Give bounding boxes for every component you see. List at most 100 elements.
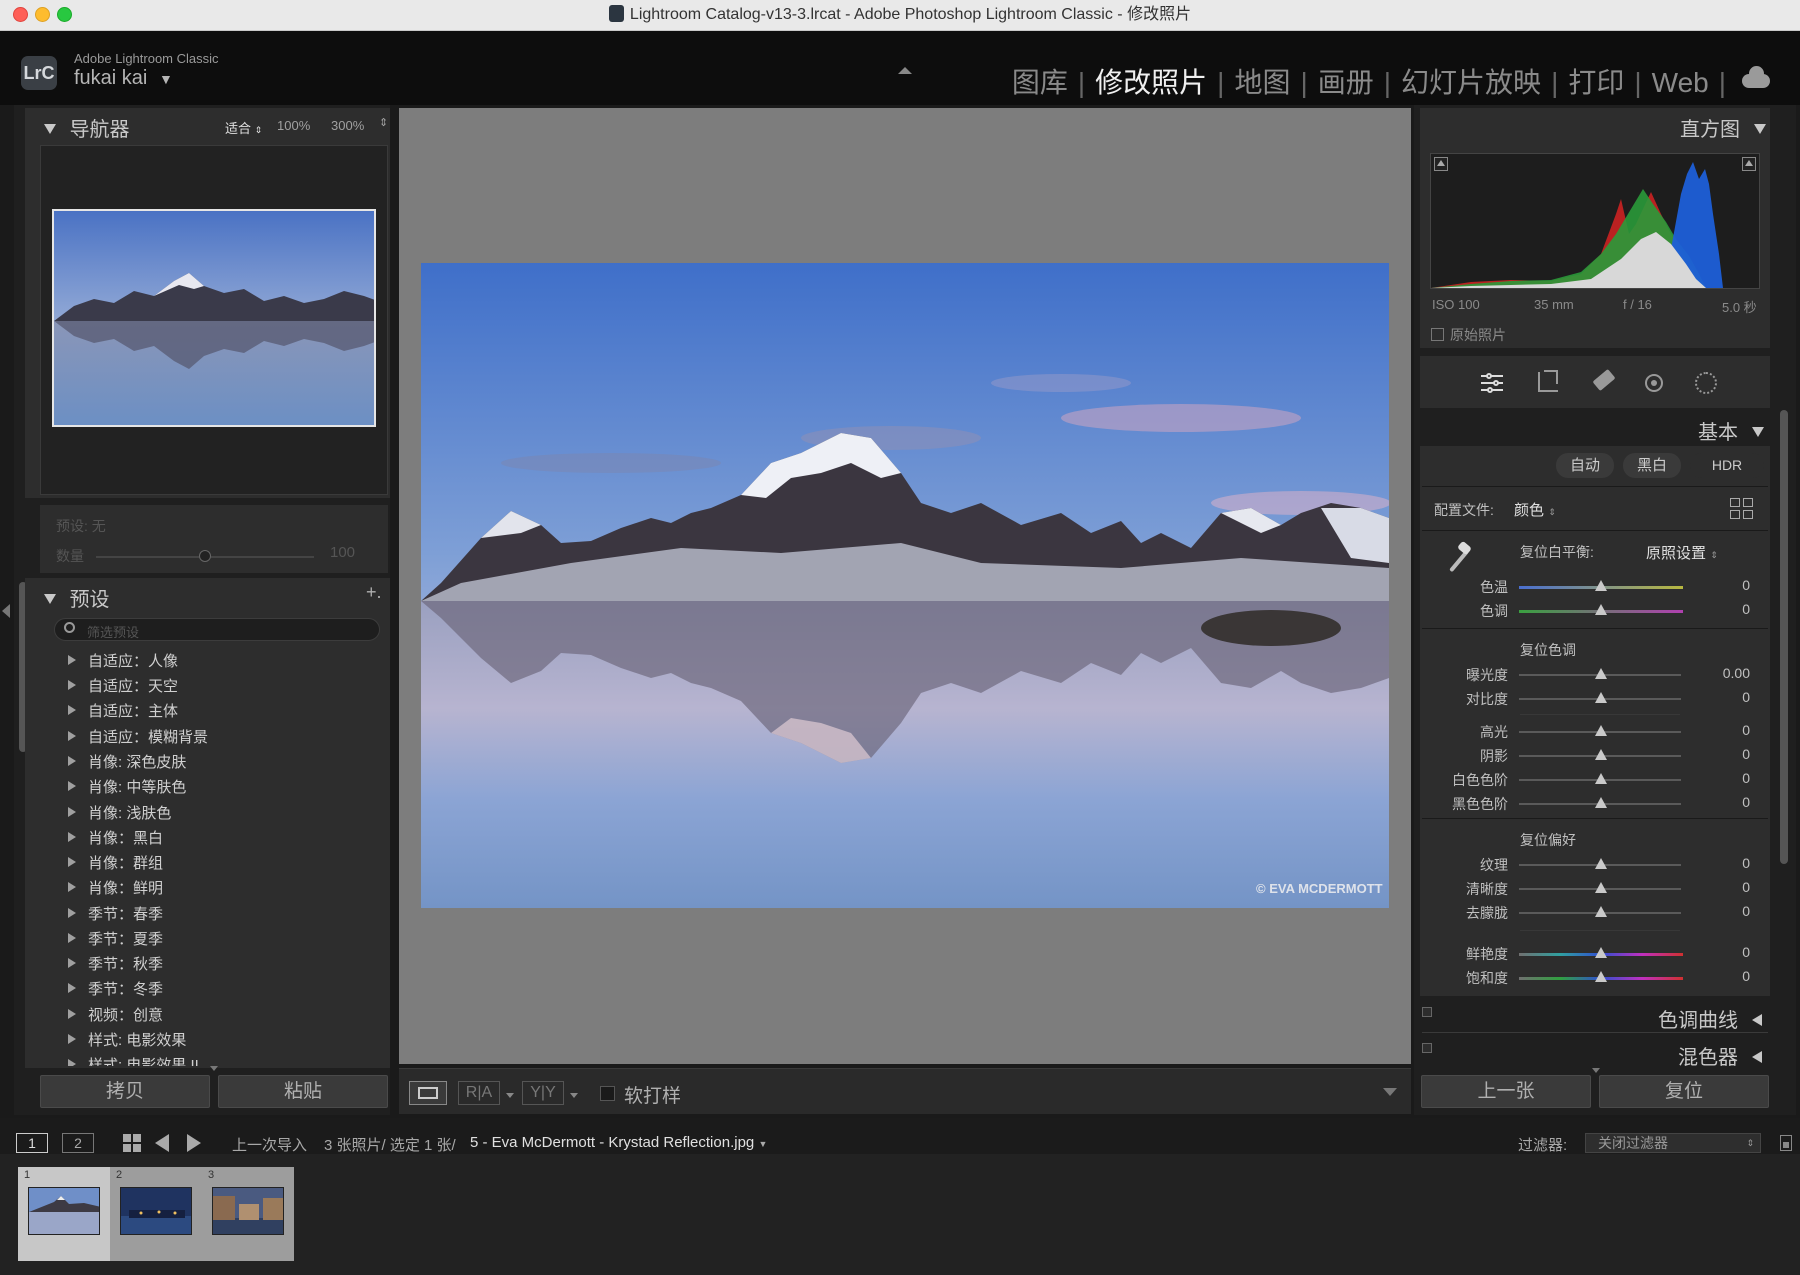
wb-label[interactable]: 复位白平衡: [1520, 542, 1594, 562]
preset-item[interactable]: 季节：夏季 [68, 929, 163, 951]
softproof-checkbox[interactable] [600, 1086, 615, 1101]
contrast-value[interactable]: 0 [1690, 689, 1750, 705]
filter-dropdown[interactable]: 关闭过滤器 ⇕ [1585, 1133, 1761, 1153]
blacks-slider-thumb[interactable] [1595, 797, 1607, 808]
mixer-header[interactable]: 混色器 [1678, 1041, 1762, 1070]
texture-value[interactable]: 0 [1690, 855, 1750, 871]
preset-item[interactable]: 视频：创意 [68, 1005, 163, 1027]
preset-item[interactable]: 肖像：黑白 [68, 828, 163, 850]
preset-item[interactable]: 自适应：模糊背景 [68, 727, 208, 749]
preset-item[interactable]: 肖像：鲜明 [68, 878, 163, 900]
presence-reset-header[interactable]: 复位偏好 [1520, 830, 1576, 850]
top-panel-toggle-icon[interactable] [898, 67, 912, 74]
preset-item[interactable]: 肖像: 深色皮肤 [68, 752, 186, 774]
preset-item[interactable]: 样式: 电影效果 II [68, 1055, 199, 1066]
shadows-value[interactable]: 0 [1690, 746, 1750, 762]
module-book[interactable]: 画册 [1316, 67, 1376, 98]
secondary-window-button[interactable]: 2 [62, 1133, 94, 1153]
zoom-100-option[interactable]: 100% [277, 118, 310, 133]
right-scrollbar[interactable] [1780, 410, 1788, 864]
highlight-clipping-toggle[interactable] [1742, 157, 1756, 171]
vibrance-value[interactable]: 0 [1690, 944, 1750, 960]
vibrance-slider-thumb[interactable] [1595, 947, 1607, 958]
preset-item[interactable]: 自适应：天空 [68, 676, 178, 698]
source-label[interactable]: 上一次导入 [232, 1134, 307, 1155]
wb-dropdown[interactable]: 原照设置 ⇕ [1646, 542, 1718, 563]
forward-arrow-icon[interactable] [187, 1134, 201, 1152]
back-arrow-icon[interactable] [155, 1134, 169, 1152]
preset-search-box[interactable]: 筛选预设 [54, 618, 380, 641]
preset-item[interactable]: 肖像：群组 [68, 853, 163, 875]
reset-button[interactable]: 复位 [1599, 1075, 1769, 1108]
film-cell[interactable]: 3 [202, 1167, 294, 1261]
exposure-slider-thumb[interactable] [1595, 668, 1607, 679]
module-print[interactable]: 打印 [1566, 67, 1626, 98]
film-cell[interactable]: 2 [110, 1167, 202, 1261]
dehaze-slider-thumb[interactable] [1595, 906, 1607, 917]
histogram-graph[interactable] [1430, 153, 1760, 289]
left-edge-toggle-icon[interactable] [2, 604, 10, 618]
crop-tool-icon[interactable] [1538, 370, 1558, 392]
tone-curve-header[interactable]: 色调曲线 [1658, 1004, 1762, 1033]
before-after-yy-button[interactable]: Y|Y [522, 1081, 564, 1105]
hdr-button[interactable]: HDR [1690, 453, 1764, 478]
dehaze-value[interactable]: 0 [1690, 903, 1750, 919]
original-photo-checkbox[interactable] [1431, 328, 1444, 341]
tint-value[interactable]: 0 [1690, 601, 1750, 617]
preset-item[interactable]: 肖像: 浅肤色 [68, 803, 171, 825]
shadows-slider-thumb[interactable] [1595, 749, 1607, 760]
navigator-header[interactable]: 导航器 [44, 113, 130, 142]
preset-item[interactable]: 季节：春季 [68, 904, 163, 926]
tint-slider-thumb[interactable] [1595, 604, 1607, 615]
before-after-yy-dropdown-icon[interactable] [570, 1093, 578, 1098]
filter-lock-icon[interactable] [1780, 1135, 1792, 1151]
zoom-fit-option[interactable]: 适合 ⇕ [225, 118, 262, 137]
preset-item[interactable]: 季节：冬季 [68, 979, 163, 1001]
basic-header[interactable]: 基本 [1698, 416, 1764, 445]
previous-photo-button[interactable]: 上一张 [1421, 1075, 1591, 1108]
module-web[interactable]: Web [1650, 67, 1711, 98]
zoom-stepper-icon[interactable]: ⇕ [379, 116, 388, 129]
film-cell[interactable]: 1 [18, 1167, 110, 1261]
profile-browser-icon[interactable] [1730, 498, 1754, 520]
grid-view-icon[interactable] [123, 1134, 141, 1152]
before-after-ra-button[interactable]: R|A [458, 1081, 500, 1105]
mixer-panel-toggle[interactable] [1422, 1043, 1432, 1053]
whites-slider-thumb[interactable] [1595, 773, 1607, 784]
wb-eyedropper-icon[interactable] [1438, 537, 1474, 573]
preset-item[interactable]: 肖像: 中等肤色 [68, 777, 186, 799]
primary-window-button[interactable]: 1 [16, 1133, 48, 1153]
preset-search-input[interactable]: 筛选预设 [87, 622, 139, 641]
module-library[interactable]: 图库 [1010, 67, 1070, 98]
amount-slider-thumb[interactable] [199, 550, 211, 562]
user-name[interactable]: fukai kai ▼ [74, 67, 173, 90]
preset-item[interactable]: 自适应：人像 [68, 651, 178, 673]
profile-dropdown[interactable]: 颜色 ⇕ [1514, 499, 1556, 520]
temp-slider-thumb[interactable] [1595, 580, 1607, 591]
before-after-ra-dropdown-icon[interactable] [506, 1093, 514, 1098]
preset-item[interactable]: 季节：秋季 [68, 954, 163, 976]
tone-reset-header[interactable]: 复位色调 [1520, 640, 1576, 660]
module-map[interactable]: 地图 [1232, 67, 1292, 98]
module-slideshow[interactable]: 幻灯片放映 [1399, 67, 1543, 98]
highlights-value[interactable]: 0 [1690, 722, 1750, 738]
auto-button[interactable]: 自动 [1556, 453, 1614, 478]
preset-item[interactable]: 自适应：主体 [68, 701, 178, 723]
masking-tool-icon[interactable] [1695, 372, 1717, 394]
edit-tool-icon[interactable] [1481, 373, 1503, 393]
exposure-value[interactable]: 0.00 [1690, 665, 1750, 681]
clarity-slider-thumb[interactable] [1595, 882, 1607, 893]
texture-slider-thumb[interactable] [1595, 858, 1607, 869]
module-develop[interactable]: 修改照片 [1093, 67, 1209, 98]
navigator-thumbnail[interactable] [52, 209, 376, 427]
whites-value[interactable]: 0 [1690, 770, 1750, 786]
highlights-slider-thumb[interactable] [1595, 725, 1607, 736]
zoom-300-option[interactable]: 300% [331, 118, 364, 133]
redeye-tool-icon[interactable] [1645, 374, 1663, 392]
preset-item[interactable]: 样式: 电影效果 [68, 1030, 186, 1052]
copy-settings-button[interactable]: 拷贝 [40, 1075, 210, 1108]
shadow-clipping-toggle[interactable] [1434, 157, 1448, 171]
temp-value[interactable]: 0 [1690, 577, 1750, 593]
bw-button[interactable]: 黑白 [1623, 453, 1681, 478]
add-preset-button[interactable]: +. [366, 582, 382, 603]
